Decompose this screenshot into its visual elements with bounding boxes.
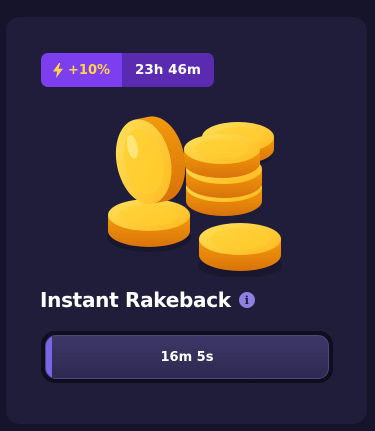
coin (107, 199, 191, 252)
progress-track: 16m 5s (45, 335, 329, 379)
boost-percent-badge: +10% (41, 53, 123, 87)
gold-coins-illustration (107, 116, 282, 277)
coin (198, 223, 282, 277)
info-icon-glyph: i (244, 293, 249, 307)
info-icon[interactable]: i (238, 292, 255, 308)
title-row: Instant Rakeback i (40, 288, 255, 312)
progress-fill (46, 336, 52, 378)
coin (184, 134, 260, 178)
boost-countdown-text: 23h 46m (135, 62, 201, 78)
rakeback-progress: 16m 5s (41, 331, 333, 383)
boost-countdown: 23h 46m (122, 53, 214, 87)
rakeback-timer: 16m 5s (160, 349, 214, 365)
rakeback-card: +10% 23h 46m Instant Rakeback i 16m 5s (6, 17, 367, 424)
coin (115, 116, 186, 205)
boost-percent: +10% (68, 62, 111, 78)
card-title: Instant Rakeback (40, 288, 231, 312)
boost-badge: +10% 23h 46m (41, 53, 214, 87)
lightning-bolt-icon (53, 62, 63, 78)
